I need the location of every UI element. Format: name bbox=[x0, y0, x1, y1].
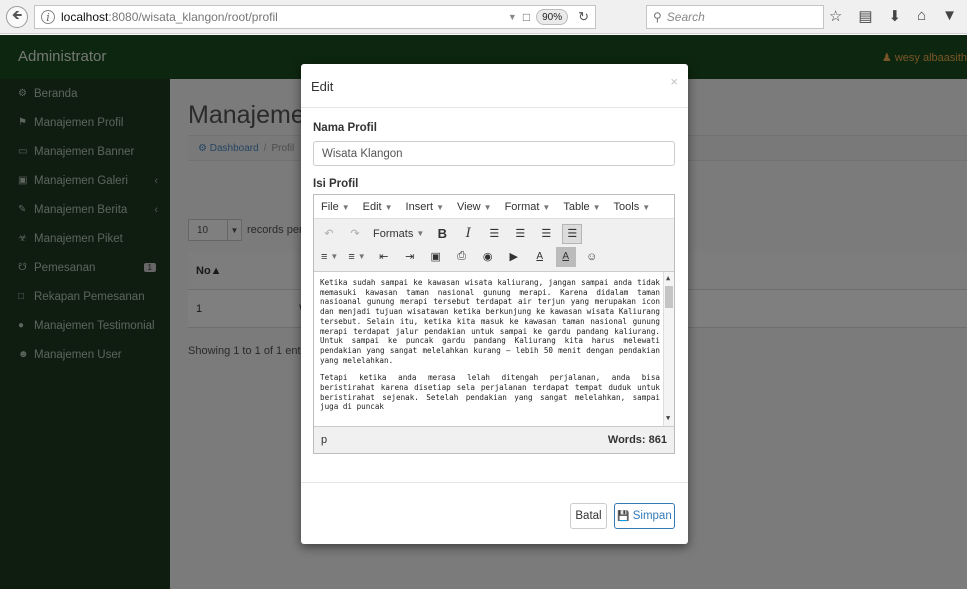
save-button[interactable]: 💾 Simpan bbox=[614, 503, 675, 529]
print-icon[interactable]: ⎙ bbox=[452, 247, 472, 267]
align-center-icon[interactable]: ☰ bbox=[510, 224, 530, 244]
content-paragraph: Ketika sudah sampai ke kawasan wisata ka… bbox=[320, 278, 660, 365]
zoom-level[interactable]: 90% bbox=[536, 9, 569, 25]
isi-profil-label: Isi Profil bbox=[313, 178, 359, 190]
scroll-thumb[interactable] bbox=[665, 286, 673, 308]
content-paragraph: Tetapi ketika anda merasa lelah ditengah… bbox=[320, 373, 660, 412]
editor-toolbar: ↶ ↷ Formats ▼ B I ☰ ☰ ☰ ☰ ≡ ▼ ≡ ▼ ⇤ ⇥ ▣ ⎙ ◉… bbox=[314, 219, 674, 272]
reader-view-icon[interactable]: □ bbox=[523, 10, 530, 24]
dropdown-arrow-icon[interactable]: ▼ bbox=[508, 12, 517, 22]
save-icon: 💾 bbox=[617, 510, 630, 522]
editor-statusbar: p Words: 861 bbox=[314, 426, 674, 453]
formats-dropdown[interactable]: Formats ▼ bbox=[371, 224, 426, 244]
bookmark-star-icon[interactable]: ☆ bbox=[829, 7, 842, 25]
url-host: localhost bbox=[61, 10, 109, 24]
site-info-icon[interactable]: i bbox=[41, 10, 55, 24]
background-color-icon[interactable]: A bbox=[555, 246, 576, 267]
search-placeholder: Search bbox=[666, 10, 705, 24]
indent-icon[interactable]: ⇥ bbox=[400, 247, 420, 267]
browser-search-input[interactable]: ⚲ Search bbox=[646, 5, 824, 29]
editor-content[interactable]: Ketika sudah sampai ke kawasan wisata ka… bbox=[314, 272, 674, 426]
menu-tools[interactable]: Tools ▼ bbox=[614, 201, 651, 213]
numbered-list-icon[interactable]: ≡ ▼ bbox=[346, 247, 367, 267]
menu-edit[interactable]: Edit ▼ bbox=[363, 201, 393, 213]
url-path: :8080/wisata_klangon/root/profil bbox=[108, 10, 278, 24]
address-bar[interactable]: i localhost:8080/wisata_klangon/root/pro… bbox=[34, 5, 596, 29]
editor-scrollbar[interactable]: ▲ ▼ bbox=[663, 272, 674, 426]
modal-header: Edit × bbox=[301, 64, 688, 108]
menu-table[interactable]: Table ▼ bbox=[563, 201, 600, 213]
scroll-down-icon[interactable]: ▼ bbox=[666, 414, 670, 424]
undo-icon[interactable]: ↶ bbox=[319, 224, 339, 244]
align-right-icon[interactable]: ☰ bbox=[536, 224, 556, 244]
modal-title: Edit bbox=[311, 79, 334, 94]
media-icon[interactable]: ▶ bbox=[504, 247, 524, 267]
save-label: Simpan bbox=[632, 510, 672, 522]
emoticon-icon[interactable]: ☺ bbox=[582, 247, 602, 267]
modal-footer: Batal 💾 Simpan bbox=[301, 482, 688, 544]
pocket-icon[interactable]: ▼ bbox=[942, 7, 957, 25]
nama-profil-input[interactable]: Wisata Klangon bbox=[313, 141, 675, 166]
editor-menubar: File ▼ Edit ▼ Insert ▼ View ▼ Format ▼ Table ▼… bbox=[314, 195, 674, 219]
browser-toolbar: 🡸 i localhost:8080/wisata_klangon/root/p… bbox=[0, 0, 967, 34]
redo-icon[interactable]: ↷ bbox=[345, 224, 365, 244]
download-icon[interactable]: ⬇ bbox=[889, 7, 902, 25]
reload-icon[interactable]: ↻ bbox=[578, 9, 589, 25]
search-icon: ⚲ bbox=[653, 10, 662, 24]
bullet-list-icon[interactable]: ≡ ▼ bbox=[319, 247, 340, 267]
preview-icon[interactable]: ◉ bbox=[478, 247, 498, 267]
align-left-icon[interactable]: ☰ bbox=[484, 224, 504, 244]
back-button[interactable]: 🡸 bbox=[6, 5, 28, 28]
close-icon[interactable]: × bbox=[670, 74, 678, 89]
bookmarks-list-icon[interactable]: ▤ bbox=[858, 7, 872, 25]
nama-profil-label: Nama Profil bbox=[313, 122, 377, 134]
bold-button[interactable]: B bbox=[432, 224, 452, 244]
scroll-up-icon[interactable]: ▲ bbox=[666, 274, 670, 284]
italic-button[interactable]: I bbox=[458, 224, 478, 244]
menu-file[interactable]: File ▼ bbox=[321, 201, 350, 213]
word-count: Words: 861 bbox=[607, 434, 667, 446]
insert-image-icon[interactable]: ▣ bbox=[426, 247, 446, 267]
element-path[interactable]: p bbox=[321, 434, 327, 446]
text-color-icon[interactable]: A bbox=[530, 247, 550, 267]
menu-insert[interactable]: Insert ▼ bbox=[406, 201, 444, 213]
cancel-button[interactable]: Batal bbox=[570, 503, 607, 529]
rich-text-editor: File ▼ Edit ▼ Insert ▼ View ▼ Format ▼ Table ▼… bbox=[313, 194, 675, 454]
align-justify-icon[interactable]: ☰ bbox=[562, 223, 583, 244]
menu-view[interactable]: View ▼ bbox=[457, 201, 492, 213]
edit-modal: Edit × Nama Profil Wisata Klangon Isi Pr… bbox=[301, 64, 688, 544]
menu-format[interactable]: Format ▼ bbox=[505, 201, 551, 213]
home-icon[interactable]: ⌂ bbox=[917, 7, 926, 25]
outdent-icon[interactable]: ⇤ bbox=[374, 247, 394, 267]
